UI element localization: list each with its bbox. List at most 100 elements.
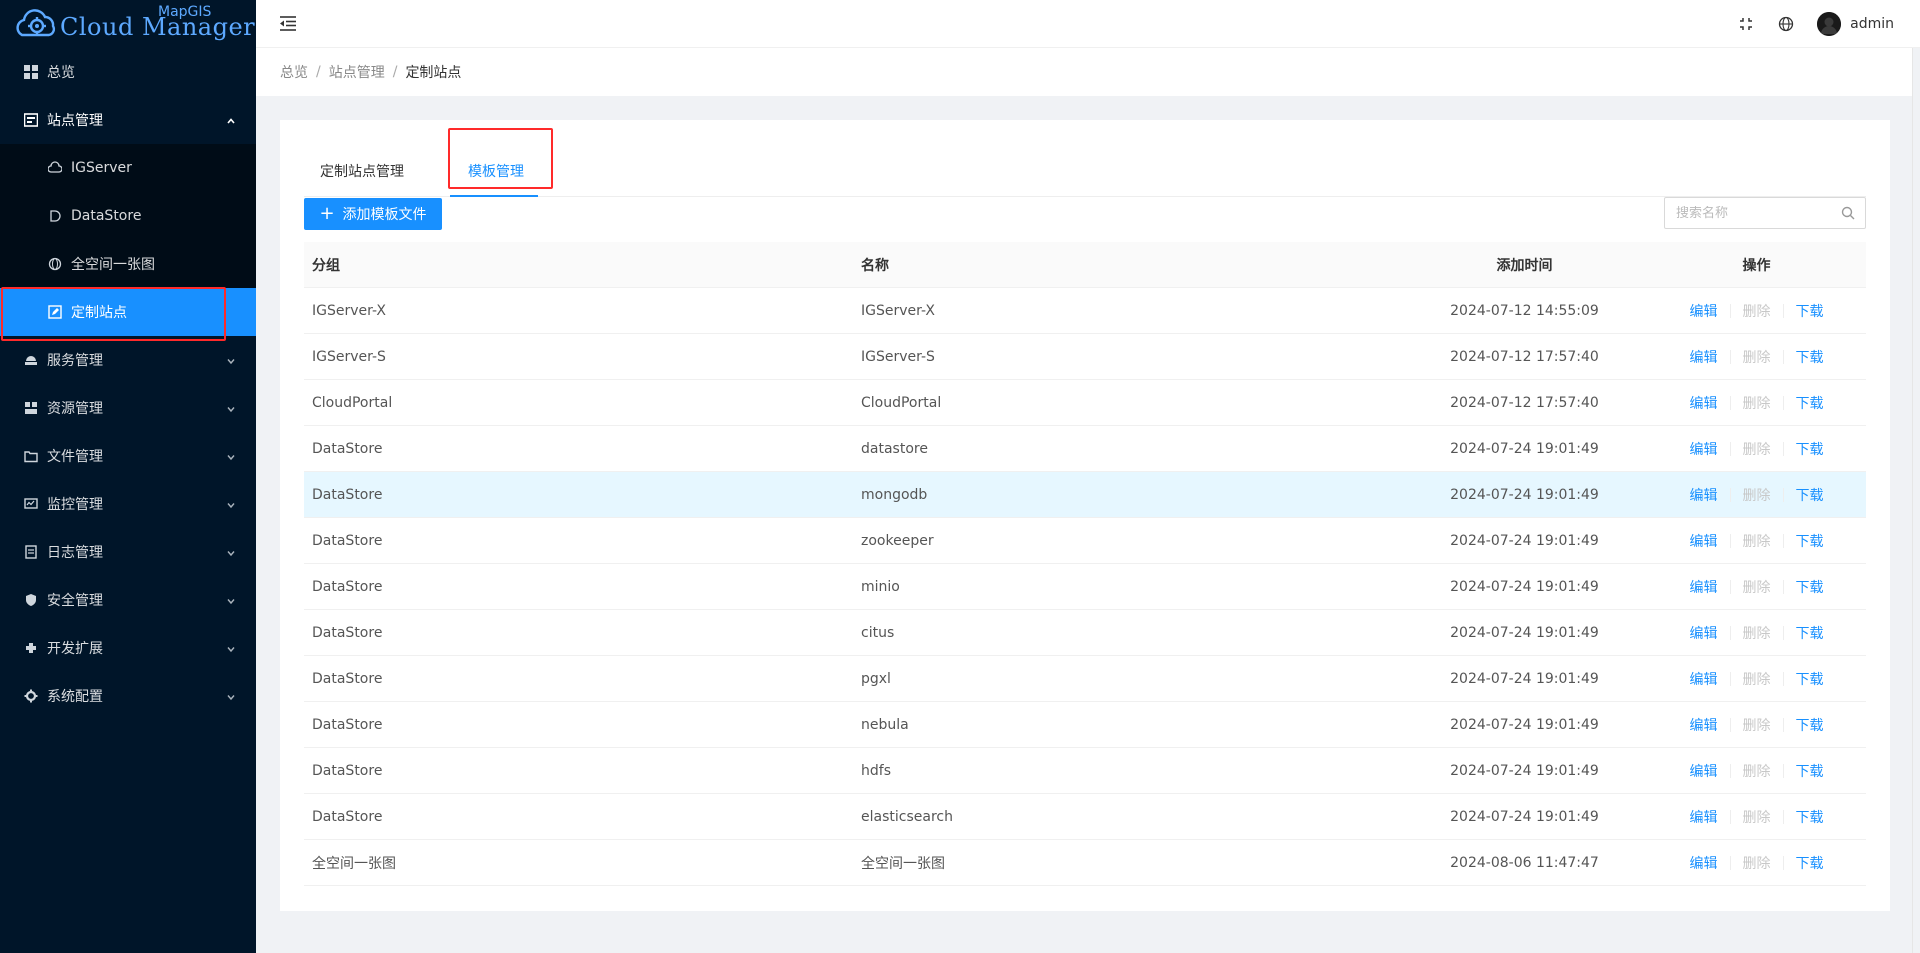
- menu-fold-icon[interactable]: [278, 14, 298, 32]
- sidebar-item-security-management[interactable]: 安全管理: [0, 576, 256, 624]
- sidebar-item-label: 安全管理: [47, 593, 103, 609]
- edit-link[interactable]: 编辑: [1690, 347, 1718, 367]
- sidebar-item-service-management[interactable]: 服务管理: [0, 336, 256, 384]
- edit-link[interactable]: 编辑: [1690, 761, 1718, 781]
- download-link[interactable]: 下载: [1796, 485, 1824, 505]
- sidebar-item-overview[interactable]: 总览: [0, 48, 256, 96]
- sidebar-item-label: 系统配置: [47, 689, 103, 705]
- download-link[interactable]: 下载: [1796, 853, 1824, 873]
- page-scrollbar[interactable]: [1912, 48, 1920, 953]
- table-row[interactable]: DataStore hdfs 2024-07-24 19:01:49 编辑 删除 下载: [304, 748, 1866, 794]
- cell-group: IGServer-X: [312, 302, 386, 319]
- highlight-box-sidebar: [1, 287, 226, 341]
- cell-group: DataStore: [312, 808, 383, 825]
- delete-link-disabled: 删除: [1742, 579, 1771, 596]
- sidebar-item-label: 全空间一张图: [71, 257, 155, 273]
- cell-actions: 编辑 删除 下载: [1647, 393, 1866, 413]
- action-divider: [1729, 303, 1731, 318]
- download-link[interactable]: 下载: [1796, 715, 1824, 735]
- table-row[interactable]: DataStore minio 2024-07-24 19:01:49 编辑 删除 下载: [304, 564, 1866, 610]
- sidebar-item-system-config[interactable]: 系统配置: [0, 672, 256, 720]
- table-row[interactable]: DataStore citus 2024-07-24 19:01:49 编辑 删除 下载: [304, 610, 1866, 656]
- table-row[interactable]: DataStore pgxl 2024-07-24 19:01:49 编辑 删除 下载: [304, 656, 1866, 702]
- cell-name: nebula: [861, 716, 909, 733]
- action-divider: [1782, 763, 1784, 778]
- edit-link[interactable]: 编辑: [1690, 439, 1718, 459]
- breadcrumb-item-overview[interactable]: 总览: [280, 62, 308, 82]
- sidebar-item-label: 服务管理: [47, 353, 103, 369]
- table-row[interactable]: DataStore datastore 2024-07-24 19:01:49 编辑 删…: [304, 426, 1866, 472]
- cell-name: citus: [861, 624, 895, 641]
- edit-link[interactable]: 编辑: [1690, 485, 1718, 505]
- action-divider: [1782, 533, 1784, 548]
- edit-link[interactable]: 编辑: [1690, 715, 1718, 735]
- cell-actions: 编辑 删除 下载: [1647, 807, 1866, 827]
- search-input[interactable]: [1676, 205, 1836, 221]
- sidebar-item-igserver[interactable]: IGServer: [0, 144, 256, 192]
- edit-link[interactable]: 编辑: [1690, 669, 1718, 689]
- cell-added-time: 2024-08-06 11:47:47: [1450, 854, 1599, 871]
- tab-custom-site-management[interactable]: 定制站点管理: [320, 144, 404, 197]
- table-row[interactable]: 全空间一张图 全空间一张图 2024-08-06 11:47:47 编辑 删除 下载: [304, 840, 1866, 886]
- cell-name: CloudPortal: [861, 394, 942, 411]
- datastore-icon: [48, 209, 62, 223]
- download-link[interactable]: 下载: [1796, 393, 1824, 413]
- download-link[interactable]: 下载: [1796, 531, 1824, 551]
- table-row[interactable]: IGServer-S IGServer-S 2024-07-12 17:57:40 编…: [304, 334, 1866, 380]
- edit-link[interactable]: 编辑: [1690, 531, 1718, 551]
- edit-link[interactable]: 编辑: [1690, 807, 1718, 827]
- download-link[interactable]: 下载: [1796, 761, 1824, 781]
- edit-link[interactable]: 编辑: [1690, 301, 1718, 321]
- edit-link[interactable]: 编辑: [1690, 853, 1718, 873]
- search-icon[interactable]: [1841, 206, 1855, 220]
- download-link[interactable]: 下载: [1796, 577, 1824, 597]
- action-divider: [1782, 855, 1784, 870]
- table-row[interactable]: DataStore nebula 2024-07-24 19:01:49 编辑 删除 下载: [304, 702, 1866, 748]
- delete-link-disabled: 删除: [1742, 487, 1771, 504]
- download-link[interactable]: 下载: [1796, 807, 1824, 827]
- app-logo[interactable]: Cloud Manager MapGIS: [0, 0, 256, 48]
- cell-added-time: 2024-07-24 19:01:49: [1450, 762, 1599, 779]
- column-header-actions: 操作: [1742, 257, 1771, 274]
- fullscreen-icon[interactable]: [1737, 15, 1755, 33]
- download-link[interactable]: 下载: [1796, 301, 1824, 321]
- sidebar-item-full-space-map[interactable]: 全空间一张图: [0, 240, 256, 288]
- add-template-file-button[interactable]: + 添加模板文件: [304, 198, 442, 230]
- content-card: 定制站点管理 模板管理 + 添加模板文件 分组 名称 添加时间 操作 IGSer…: [280, 120, 1890, 911]
- table-row[interactable]: CloudPortal CloudPortal 2024-07-12 17:57:4…: [304, 380, 1866, 426]
- sidebar-item-label: 总览: [47, 65, 75, 81]
- edit-link[interactable]: 编辑: [1690, 623, 1718, 643]
- edit-link[interactable]: 编辑: [1690, 577, 1718, 597]
- cell-added-time: 2024-07-24 19:01:49: [1450, 624, 1599, 641]
- sidebar-item-site-management[interactable]: 站点管理: [0, 96, 256, 144]
- sidebar-item-log-management[interactable]: 日志管理: [0, 528, 256, 576]
- action-divider: [1729, 395, 1731, 410]
- table-row[interactable]: IGServer-X IGServer-X 2024-07-12 14:55:09 编…: [304, 288, 1866, 334]
- table-row[interactable]: DataStore mongodb 2024-07-24 19:01:49 编辑 删除 下…: [304, 472, 1866, 518]
- sidebar-item-monitor-management[interactable]: 监控管理: [0, 480, 256, 528]
- language-globe-icon[interactable]: [1777, 15, 1795, 33]
- log-icon: [24, 545, 38, 559]
- username[interactable]: admin: [1850, 16, 1894, 32]
- chevron-down-icon: [226, 498, 236, 509]
- avatar[interactable]: [1817, 12, 1842, 36]
- chevron-down-icon: [226, 450, 236, 461]
- chevron-up-icon: [226, 114, 236, 124]
- download-link[interactable]: 下载: [1796, 669, 1824, 689]
- sidebar-item-datastore[interactable]: DataStore: [0, 192, 256, 240]
- download-link[interactable]: 下载: [1796, 347, 1824, 367]
- sidebar-item-resource-management[interactable]: 资源管理: [0, 384, 256, 432]
- highlight-box-tab: [448, 128, 553, 189]
- table-row[interactable]: DataStore zookeeper 2024-07-24 19:01:49 编辑 删…: [304, 518, 1866, 564]
- sidebar-item-dev-extension[interactable]: 开发扩展: [0, 624, 256, 672]
- table-row[interactable]: DataStore elasticsearch 2024-07-24 19:01:4…: [304, 794, 1866, 840]
- delete-link-disabled: 删除: [1742, 763, 1771, 780]
- download-link[interactable]: 下载: [1796, 439, 1824, 459]
- edit-link[interactable]: 编辑: [1690, 393, 1718, 413]
- breadcrumb-item-site-management[interactable]: 站点管理: [329, 62, 385, 82]
- cell-added-time: 2024-07-12 14:55:09: [1450, 302, 1599, 319]
- action-divider: [1729, 579, 1731, 594]
- shield-icon: [24, 593, 38, 607]
- download-link[interactable]: 下载: [1796, 623, 1824, 643]
- sidebar-item-file-management[interactable]: 文件管理: [0, 432, 256, 480]
